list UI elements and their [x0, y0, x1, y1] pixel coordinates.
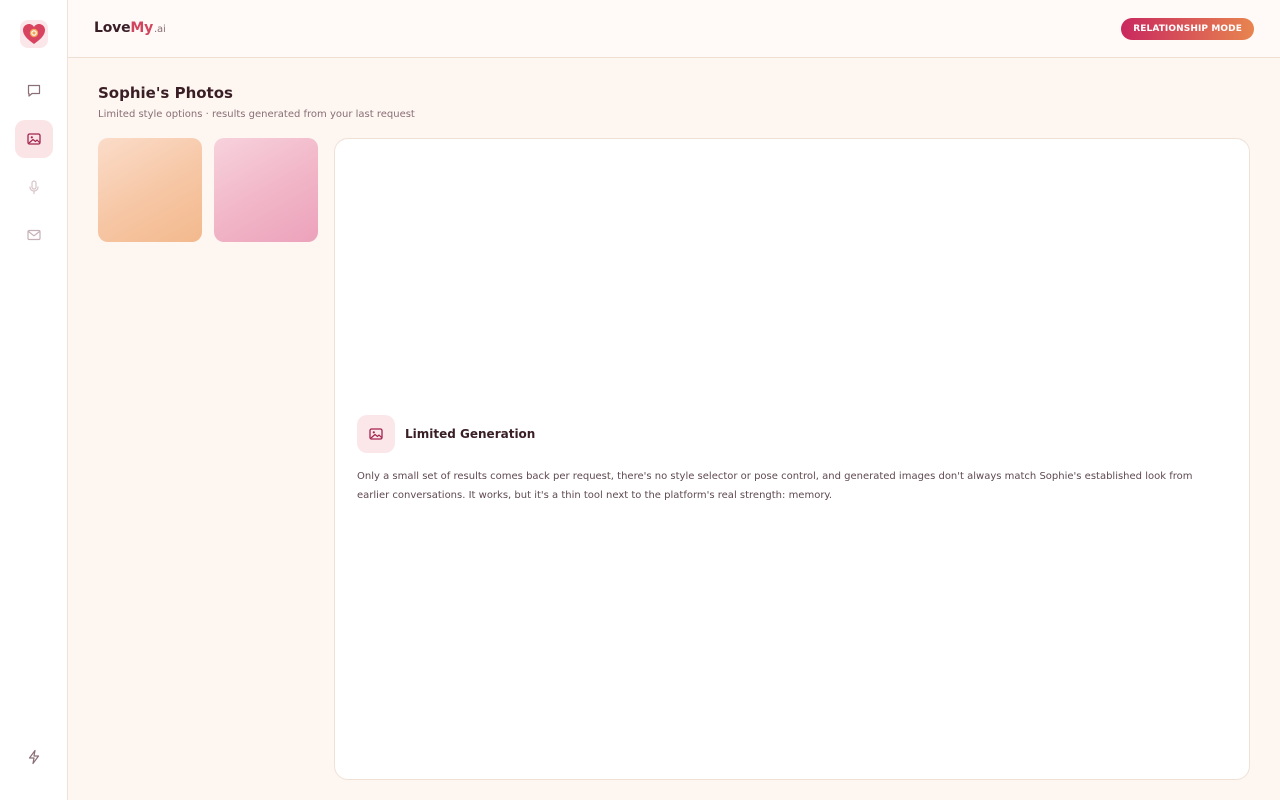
sidebar-item-voice[interactable]	[15, 168, 53, 206]
mail-icon	[27, 229, 41, 241]
panel-icon-badge	[357, 415, 395, 453]
brand-ai: .ai	[154, 24, 166, 35]
chat-bubble-icon	[27, 84, 41, 97]
brand-my: My	[130, 20, 154, 36]
lightning-icon	[28, 749, 40, 765]
image-icon	[369, 428, 383, 440]
photo-thumbnail[interactable]	[214, 138, 318, 242]
panel-description: Only a small set of results comes back p…	[357, 471, 1193, 501]
image-icon	[27, 133, 41, 145]
sidebar	[0, 0, 68, 800]
relationship-mode-button[interactable]: RELATIONSHIP MODE	[1121, 18, 1254, 40]
app-logo[interactable]	[20, 20, 48, 48]
microphone-icon	[29, 180, 39, 195]
brand-wordmark[interactable]: Love My .ai	[94, 20, 166, 36]
photo-thumbnail[interactable]	[98, 138, 202, 242]
page-subtitle: Limited style options · results generate…	[98, 109, 415, 120]
app-root: Love My .ai RELATIONSHIP MODE Sophie's Pho…	[0, 0, 1280, 800]
brand-love: Love	[94, 20, 131, 36]
sidebar-item-chat[interactable]	[15, 72, 53, 110]
top-header: Love My .ai RELATIONSHIP MODE	[68, 0, 1280, 58]
panel-heading: Limited Generation	[405, 427, 536, 441]
sidebar-item-messages[interactable]	[15, 216, 53, 254]
sidebar-item-upgrade[interactable]	[15, 738, 53, 776]
heart-logo-icon	[23, 24, 45, 44]
page-title: Sophie's Photos	[98, 84, 233, 102]
sidebar-item-photos[interactable]	[15, 120, 53, 158]
photo-preview-panel: Limited Generation Only a small set of r…	[334, 138, 1250, 780]
